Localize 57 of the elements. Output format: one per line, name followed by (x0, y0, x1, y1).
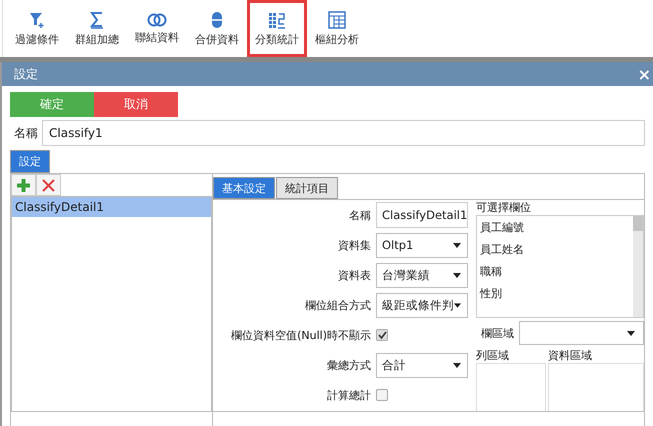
fields-label: 可選擇欄位 (476, 200, 532, 215)
dropdown[interactable]: 級距或條件判 (376, 292, 468, 318)
toolbar-button[interactable]: 過濾條件 (7, 0, 67, 57)
text-input-field[interactable]: ClassifyDetail1 (376, 202, 468, 228)
close-icon (42, 178, 55, 192)
toolbar-button[interactable]: 合併資料 (187, 0, 247, 57)
sigma-icon (90, 10, 104, 28)
field-label: 名稱 (348, 208, 371, 222)
row-area-label: 列區域 (476, 348, 510, 363)
field-label: 彙總方式 (326, 358, 371, 372)
dropdown[interactable] (519, 321, 644, 345)
field-label: 欄位組合方式 (304, 298, 371, 312)
field-label: 欄位資料空值(Null)時不顯示 (230, 328, 371, 342)
caret-icon (453, 362, 461, 368)
field-item[interactable]: 員工姓名 (480, 240, 633, 259)
field-item[interactable]: 職稱 (480, 262, 633, 281)
caret-icon (454, 302, 461, 308)
filter-icon (28, 10, 46, 28)
dropdown[interactable]: 台灣業績 (376, 262, 468, 288)
tab[interactable]: 設定 (10, 150, 50, 173)
column-area-label: 欄區域 (481, 326, 514, 340)
name-label: 名稱 (14, 124, 38, 142)
field-label: 資料表 (337, 268, 371, 282)
delete-button[interactable] (36, 174, 61, 196)
overlapping-circles-icon (147, 12, 167, 26)
close-button[interactable]: × (638, 64, 651, 84)
capsule-icon (211, 10, 223, 28)
list-item[interactable]: ClassifyDetail1 (12, 197, 211, 217)
add-button[interactable] (11, 174, 36, 196)
checkbox[interactable] (376, 389, 388, 401)
tab[interactable]: 統計項目 (276, 177, 338, 199)
cancel-button[interactable]: 取消 (94, 92, 178, 117)
caret-icon (453, 242, 461, 248)
data-area-label: 資料區域 (548, 348, 593, 363)
data-area-box[interactable] (548, 363, 644, 411)
row-area-box[interactable] (476, 363, 546, 411)
table-icon (328, 10, 346, 28)
toolbar-button[interactable]: 樞紐分析 (307, 0, 367, 57)
caret-icon (627, 330, 635, 336)
checkmark-icon (378, 331, 386, 339)
toolbar-button[interactable]: 聯結資料 (127, 0, 187, 57)
dropdown[interactable]: 合計 (376, 352, 468, 378)
field-item[interactable]: 性別 (480, 284, 633, 303)
plus-icon (17, 178, 30, 192)
toolbar-button[interactable]: 群組加總 (67, 0, 127, 57)
field-label: 計算總計 (326, 388, 371, 402)
name-input-field[interactable]: Classify1 (42, 120, 645, 146)
field-item[interactable]: 員工編號 (480, 218, 633, 237)
scrollbar[interactable] (633, 216, 643, 317)
dialog-title: 設定 (14, 66, 38, 82)
checkbox[interactable] (376, 329, 388, 341)
field-label: 資料集 (337, 238, 371, 252)
dropdown[interactable]: Oltp1 (376, 232, 468, 258)
tab[interactable]: 基本設定 (213, 177, 275, 199)
numbered-grid-icon (268, 10, 286, 28)
caret-icon (453, 272, 461, 278)
toolbar-button[interactable]: 分類統計 (247, 0, 307, 57)
